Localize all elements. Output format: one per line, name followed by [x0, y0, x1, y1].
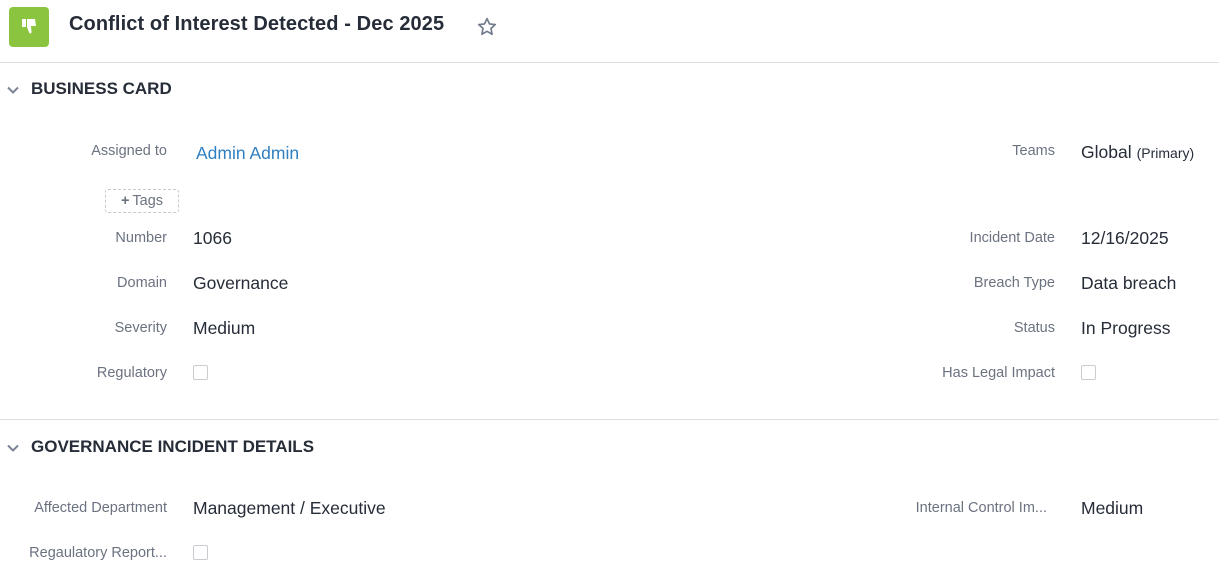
- plus-icon: +: [120, 193, 130, 209]
- assigned-to-label: Assigned to: [91, 143, 167, 159]
- regulatory-label: Regulatory: [96, 365, 167, 381]
- tags-label: Tags: [132, 193, 164, 209]
- internal-control-value[interactable]: Medium: [1081, 498, 1143, 519]
- add-tags-button[interactable]: + Tags: [105, 189, 179, 213]
- internal-control-label: Internal Control Im...: [915, 500, 1047, 516]
- status-value[interactable]: In Progress: [1081, 318, 1170, 339]
- status-label: Status: [1013, 320, 1055, 336]
- number-label: Number: [115, 230, 167, 246]
- breach-type-value[interactable]: Data breach: [1081, 273, 1176, 294]
- record-header: Conflict of Interest Detected - Dec 2025: [0, 0, 1219, 63]
- breach-type-label: Breach Type: [973, 275, 1055, 291]
- severity-label: Severity: [114, 320, 167, 336]
- affected-department-value[interactable]: Management / Executive: [193, 498, 386, 519]
- section-title: BUSINESS CARD: [31, 79, 172, 98]
- regulatory-report-label: Regaulatory Report...: [29, 545, 167, 561]
- governance-section-header[interactable]: GOVERNANCE INCIDENT DETAILS: [0, 433, 1219, 463]
- incident-date-value[interactable]: 12/16/2025: [1081, 228, 1169, 249]
- section-divider: [0, 419, 1219, 420]
- chevron-down-icon[interactable]: [6, 83, 20, 97]
- number-value[interactable]: 1066: [193, 228, 232, 249]
- thumbs-down-icon: [9, 7, 49, 47]
- section-title: GOVERNANCE INCIDENT DETAILS: [31, 437, 315, 456]
- business-card-section-header[interactable]: BUSINESS CARD: [0, 75, 1219, 105]
- domain-label: Domain: [117, 275, 167, 291]
- legal-impact-label: Has Legal Impact: [942, 365, 1055, 381]
- affected-department-label: Affected Department: [34, 500, 167, 516]
- teams-primary-tag: (Primary): [1136, 145, 1195, 161]
- regulatory-report-checkbox[interactable]: [193, 545, 208, 560]
- chevron-down-icon[interactable]: [6, 441, 20, 455]
- favorite-star-icon[interactable]: [476, 16, 498, 38]
- teams-label: Teams: [1012, 143, 1055, 159]
- legal-impact-checkbox[interactable]: [1081, 365, 1096, 380]
- teams-value: Global (Primary): [1081, 142, 1194, 163]
- severity-value[interactable]: Medium: [193, 318, 255, 339]
- page-title: Conflict of Interest Detected - Dec 2025: [69, 13, 445, 35]
- domain-value[interactable]: Governance: [193, 273, 288, 294]
- assigned-to-link[interactable]: Admin Admin: [196, 143, 299, 164]
- teams-name: Global: [1081, 142, 1132, 162]
- regulatory-checkbox[interactable]: [193, 365, 208, 380]
- incident-date-label: Incident Date: [969, 230, 1055, 246]
